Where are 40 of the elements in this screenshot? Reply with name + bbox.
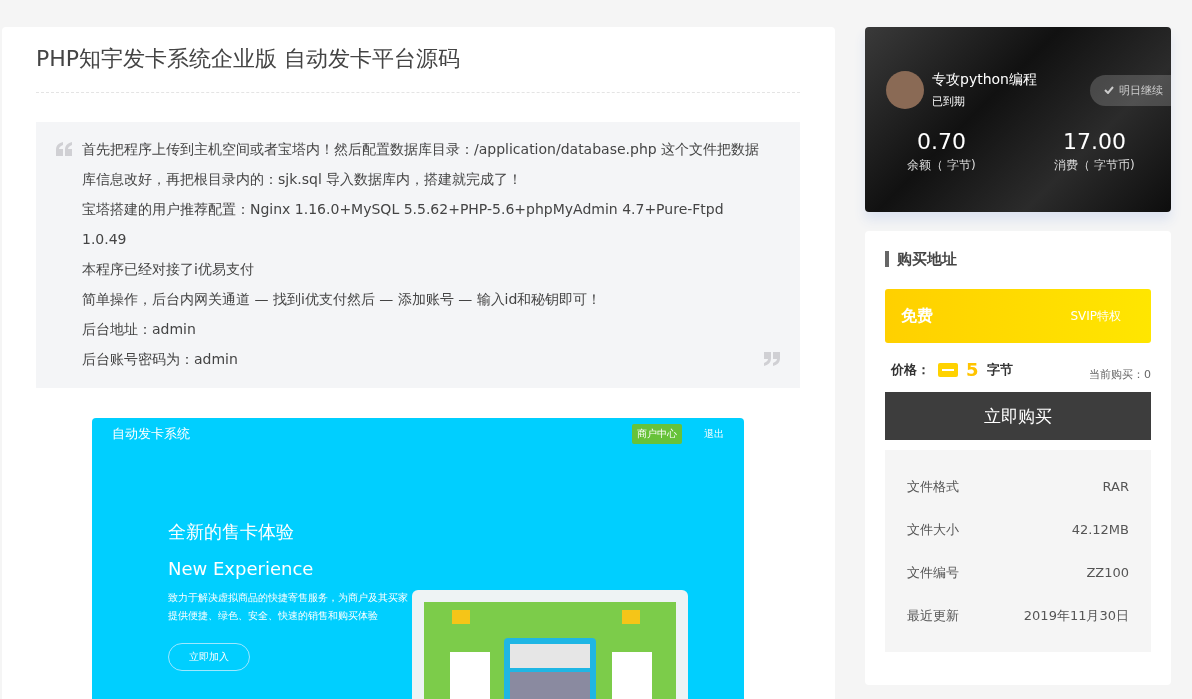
checkin-button[interactable]: 明日继续 xyxy=(1090,74,1171,106)
merchant-center-button[interactable]: 商户中心 xyxy=(632,424,682,444)
info-value: ZZ100 xyxy=(1086,564,1129,582)
svip-label: SVIP特权 xyxy=(1070,307,1121,325)
quote-text: 后台地址：admin xyxy=(82,320,197,339)
quote-text: 本程序已经对接了i优易支付 xyxy=(82,260,255,279)
section-heading: 购买地址 xyxy=(885,251,1151,267)
hero-description: 致力于解决虚拟商品的快捷寄售服务，为商户及其买家提供便捷、绿色、安全、快速的销售和购买体验 xyxy=(168,591,408,623)
info-value: RAR xyxy=(1102,478,1129,496)
quote-text: 简单操作，后台内网关通道 — 找到i优支付然后 — 添加账号 — 输入id和秘钥即可！ xyxy=(82,290,603,309)
avatar xyxy=(886,71,924,109)
stat-label: 消费（ 字节币) xyxy=(1053,157,1136,174)
info-label: 文件大小 xyxy=(907,521,959,539)
hero-subheadline: New Experience xyxy=(168,558,315,579)
info-value: 42.12MB xyxy=(1071,521,1129,539)
open-quote-icon xyxy=(56,142,72,156)
hero-headline: 全新的售卡体验 xyxy=(168,520,295,544)
quote-text: 后台账号密码为：admin xyxy=(82,350,239,369)
logout-link[interactable]: 退出 xyxy=(704,427,724,441)
free-label: 免费 xyxy=(901,305,934,327)
info-label: 文件编号 xyxy=(907,564,959,582)
price-value: 5 xyxy=(966,359,979,380)
price-label: 价格： xyxy=(891,360,930,379)
close-quote-icon xyxy=(764,352,780,366)
site-logo: 自动发卡系统 xyxy=(112,425,190,443)
price-unit: 字节 xyxy=(986,360,1013,379)
stat-value: 17.00 xyxy=(1062,129,1127,154)
info-value: 2019年11月30日 xyxy=(1023,607,1129,625)
membership-status: 已到期 xyxy=(932,94,966,109)
check-icon xyxy=(1104,86,1114,94)
buy-now-button[interactable]: 立即购买 xyxy=(885,392,1151,440)
purchase-count: 当前购买：0 xyxy=(1089,367,1151,382)
stat-label: 余额（ 字节) xyxy=(906,157,977,174)
info-label: 最近更新 xyxy=(907,607,959,625)
quote-text: 宝塔搭建的用户推荐配置：Nginx 1.16.0+MySQL 5.5.62+PHP-5.6+phpMyAdmin 4.7+Pure-Ftpd 1.0.49 xyxy=(82,200,725,249)
info-label: 文件格式 xyxy=(907,478,959,496)
article-title: PHP知宇发卡系统企业版 自动发卡平台源码 xyxy=(36,27,800,93)
quote-text: 首先把程序上传到主机空间或者宝塔内！然后配置数据库目录：/application/database.php 这个文件把数据库信息改好，再把根目录内的：sjk.sql 导入数据库内，搭建就完成了！ xyxy=(82,140,761,189)
stat-value: 0.70 xyxy=(916,129,967,154)
user-name: 专攻python编程 xyxy=(932,71,1037,89)
